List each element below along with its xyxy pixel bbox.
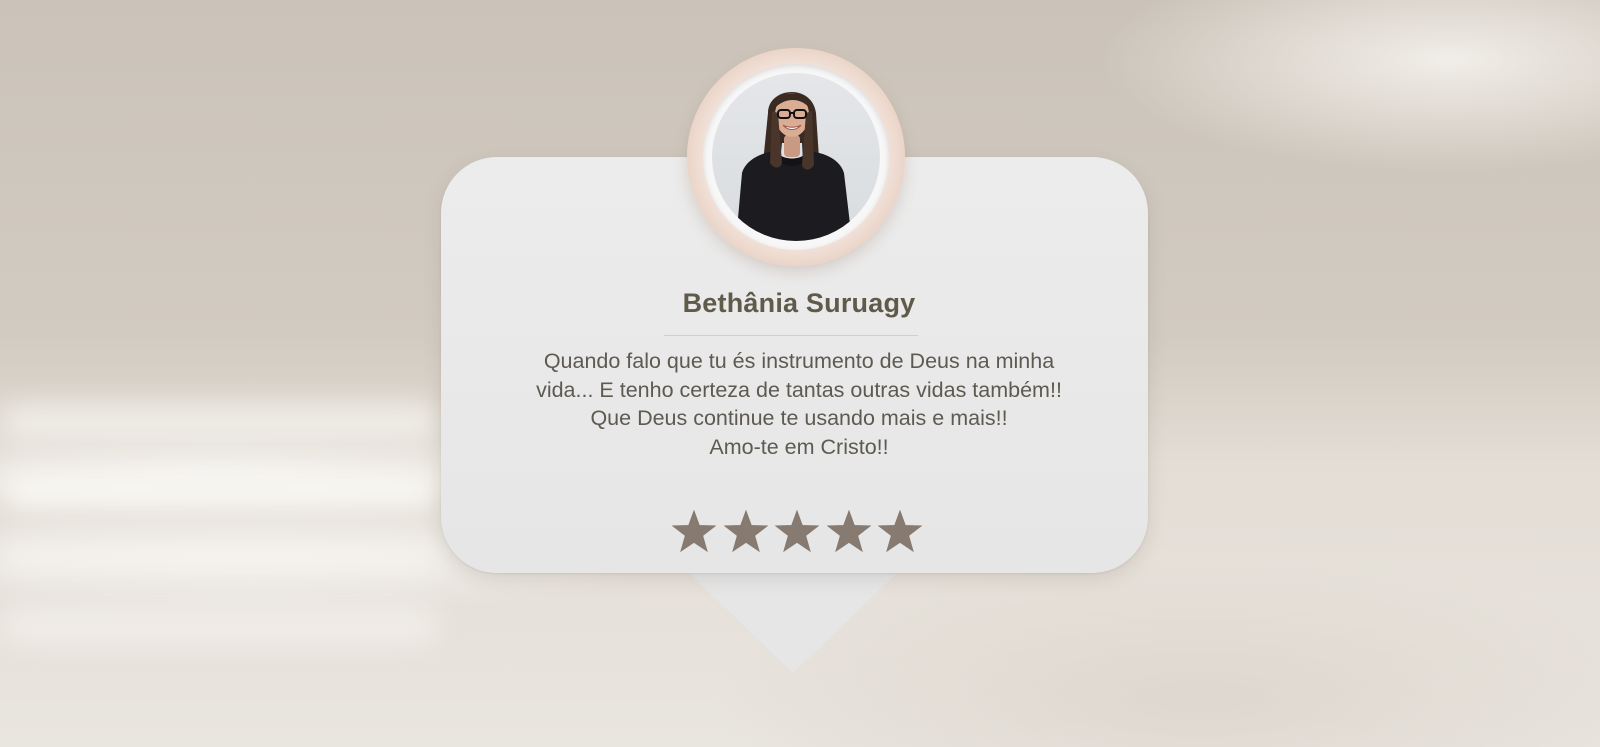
star-icon — [878, 510, 922, 552]
quote-line: Amo-te em Cristo!! — [709, 434, 889, 459]
divider — [664, 335, 918, 336]
background-light-streak — [0, 605, 440, 645]
quote-line: Quando falo que tu és instrumento de Deu… — [543, 349, 1055, 373]
background-light-streak — [0, 470, 440, 510]
star-icon — [775, 510, 819, 552]
star-icon — [723, 510, 768, 552]
background-light-streak — [0, 540, 440, 574]
background-light-streak — [0, 405, 440, 441]
person-photo-icon — [736, 91, 852, 241]
quote-line: Que Deus continue te usando mais e mais!… — [590, 406, 1008, 430]
star-icon — [826, 510, 871, 552]
avatar-photo — [712, 73, 880, 241]
testimonial-quote: Quando falo que tu és instrumento de Deu… — [451, 347, 1147, 461]
reviewer-name: Bethânia Suruagy — [682, 288, 916, 318]
star-icon — [672, 510, 716, 552]
star-rating — [672, 510, 922, 554]
avatar-frame — [703, 64, 889, 250]
quote-line: vida... E tenho certeza de tantas outras… — [536, 377, 1062, 402]
avatar — [687, 48, 905, 266]
